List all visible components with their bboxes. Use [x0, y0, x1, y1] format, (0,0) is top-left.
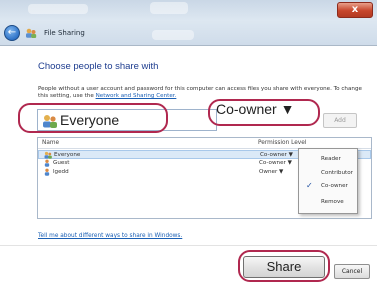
checkmark-icon: ✓: [306, 181, 313, 190]
row-name: Guest: [53, 160, 70, 166]
close-button[interactable]: x: [337, 2, 373, 18]
close-icon: x: [351, 4, 359, 15]
user-icon: [44, 168, 50, 176]
sharing-help-link[interactable]: Tell me about different ways to share in…: [38, 233, 182, 239]
menu-item-label: Reader: [321, 156, 341, 162]
menu-item-reader[interactable]: Reader: [299, 153, 357, 165]
menu-item-contributor[interactable]: Contributor: [299, 167, 357, 179]
footer-divider: [0, 245, 377, 246]
permission-menu: Reader Contributor ✓ Co-owner Remove: [298, 148, 358, 214]
add-button[interactable]: Add: [323, 113, 357, 128]
annotation-highlight-share: [238, 250, 330, 282]
description-text: People without a user account and passwo…: [38, 86, 373, 100]
file-sharing-icon: [26, 28, 37, 38]
column-header-permission[interactable]: Permission Level: [258, 140, 306, 146]
network-sharing-center-link[interactable]: Network and Sharing Center.: [96, 93, 177, 99]
description-body: People without a user account and passwo…: [38, 86, 362, 99]
titlebar-glass-blur: [150, 2, 188, 14]
page-heading: Choose people to share with: [38, 61, 159, 72]
menu-item-label: Remove: [321, 199, 344, 205]
menu-item-co-owner[interactable]: ✓ Co-owner: [299, 180, 357, 192]
row-permission-dropdown[interactable]: Owner ▼: [259, 169, 283, 175]
back-arrow-icon: ←: [7, 27, 17, 38]
column-header-name[interactable]: Name: [42, 140, 59, 146]
row-permission-dropdown[interactable]: Co-owner ▼: [260, 152, 293, 158]
titlebar-glass-blur: [152, 30, 194, 40]
cancel-button[interactable]: Cancel: [334, 264, 370, 279]
row-name: Everyone: [54, 152, 81, 158]
menu-item-label: Co-owner: [321, 183, 348, 189]
back-button[interactable]: ←: [4, 25, 20, 41]
window-title: File Sharing: [44, 29, 85, 37]
row-permission-dropdown[interactable]: Co-owner ▼: [259, 160, 292, 166]
menu-item-remove[interactable]: Remove: [299, 196, 357, 208]
annotation-highlight-name: [18, 103, 168, 133]
user-icon: [44, 159, 50, 167]
annotation-highlight-dropdown: [208, 99, 320, 126]
row-name: lgedd: [53, 169, 69, 175]
titlebar-glass-blur: [28, 4, 88, 14]
group-icon: [44, 151, 52, 159]
window-titlebar: x ← File Sharing: [0, 0, 377, 46]
menu-item-label: Contributor: [321, 170, 353, 176]
